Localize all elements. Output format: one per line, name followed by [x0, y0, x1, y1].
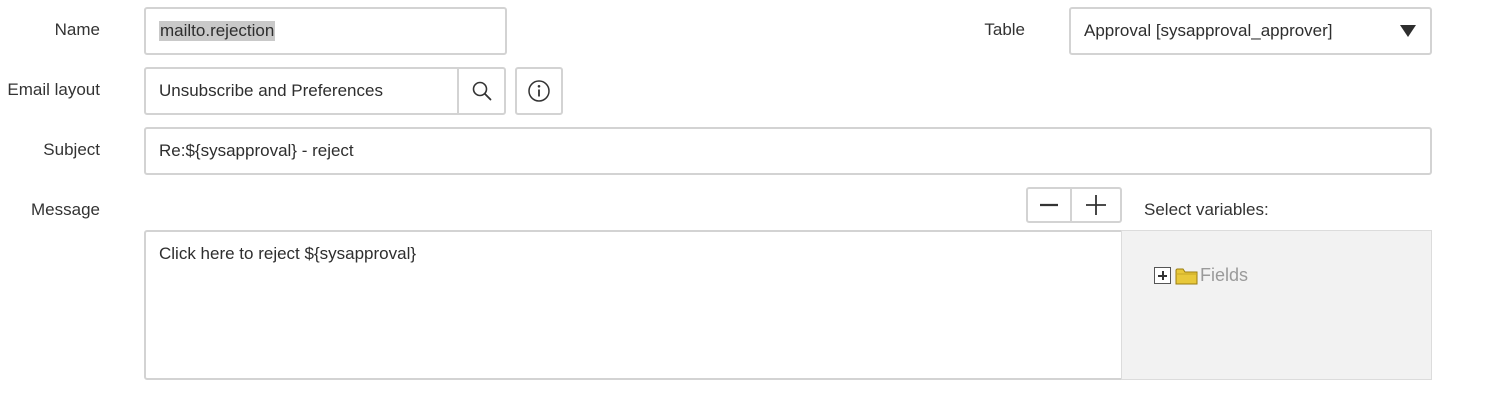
expand-icon[interactable] — [1154, 267, 1171, 284]
table-value: Approval [sysapproval_approver] — [1084, 21, 1333, 40]
tree-item-fields[interactable]: Fields — [1154, 265, 1248, 286]
table-label: Table — [984, 20, 1025, 39]
subject-value: Re:${sysapproval} - reject — [159, 141, 354, 160]
increase-height-button[interactable] — [1070, 187, 1122, 223]
email-layout-info-button[interactable] — [515, 67, 563, 115]
minus-icon — [1040, 203, 1058, 207]
plus-icon — [1086, 195, 1106, 215]
triangle-down-icon — [1400, 25, 1416, 37]
select-variables-heading: Select variables: — [1144, 200, 1269, 219]
email-layout-input[interactable]: Unsubscribe and Preferences — [144, 67, 459, 115]
folder-icon — [1175, 268, 1198, 284]
email-layout-lookup-button[interactable] — [457, 67, 506, 115]
name-value: mailto.rejection — [159, 21, 276, 41]
tree-item-label: Fields — [1200, 265, 1249, 285]
name-label: Name — [54, 20, 100, 39]
email-layout-label: Email layout — [7, 80, 100, 99]
subject-label: Subject — [43, 140, 100, 159]
search-icon — [472, 81, 491, 101]
name-input[interactable]: mailto.rejection — [144, 7, 507, 55]
message-value: Click here to reject ${sysapproval} — [159, 244, 417, 263]
message-label: Message — [31, 200, 100, 219]
subject-input[interactable]: Re:${sysapproval} - reject — [144, 127, 1432, 175]
variables-panel: Fields — [1121, 230, 1432, 380]
email-layout-value: Unsubscribe and Preferences — [159, 81, 383, 100]
info-icon — [528, 80, 550, 102]
message-textarea[interactable]: Click here to reject ${sysapproval} — [144, 230, 1123, 380]
decrease-height-button[interactable] — [1026, 187, 1072, 223]
table-select[interactable]: Approval [sysapproval_approver] — [1069, 7, 1432, 55]
